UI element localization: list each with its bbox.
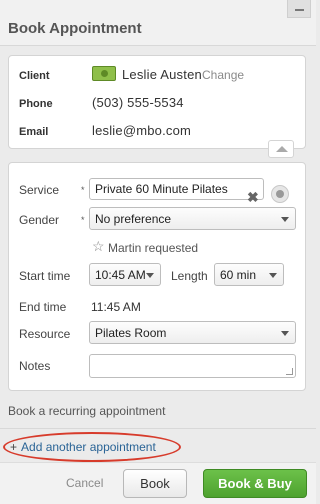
minimize-icon	[295, 9, 304, 11]
resource-label: Resource	[19, 327, 71, 341]
collapse-client-button[interactable]	[268, 140, 294, 158]
chevron-down-icon	[281, 217, 289, 222]
client-name[interactable]: Leslie Austen	[122, 67, 202, 82]
star-icon[interactable]: ☆	[92, 238, 105, 255]
start-time-label: Start time	[19, 269, 71, 283]
required-marker: *	[81, 185, 85, 195]
plus-icon: +	[10, 440, 18, 454]
notes-label: Notes	[19, 359, 51, 373]
change-client-link[interactable]: Change	[202, 68, 244, 82]
chevron-down-icon	[146, 273, 154, 278]
book-button[interactable]: Book	[123, 469, 187, 498]
notes-textarea[interactable]	[89, 354, 296, 378]
start-time-select[interactable]: 10:45 AM	[89, 263, 161, 286]
minimize-button[interactable]	[287, 0, 311, 18]
gear-icon[interactable]	[271, 185, 289, 203]
dialog-title: Book Appointment	[8, 20, 142, 37]
recurring-appointment-link[interactable]: Book a recurring appointment	[8, 404, 165, 418]
gender-select-value: No preference	[95, 212, 172, 226]
appointment-form-card: Service * Private 60 Minute Pilates ✖ Ge…	[8, 162, 306, 391]
length-select[interactable]: 60 min	[214, 263, 284, 286]
end-time-label: End time	[19, 300, 67, 314]
end-time-value: 11:45 AM	[91, 300, 141, 314]
required-marker: *	[81, 215, 85, 225]
add-another-appointment-link[interactable]: + Add another appointment	[10, 440, 156, 454]
length-label: Length	[171, 269, 208, 283]
clear-service-icon[interactable]: ✖	[247, 189, 259, 206]
client-label: Client	[19, 70, 50, 82]
service-label: Service	[19, 183, 60, 197]
dialog-footer: Cancel Book Book & Buy	[0, 462, 316, 504]
book-and-buy-button[interactable]: Book & Buy	[203, 469, 307, 498]
email-value: leslie@mbo.com	[92, 123, 192, 138]
start-time-value: 10:45 AM	[95, 268, 146, 282]
money-icon	[92, 66, 116, 81]
gender-label: Gender	[19, 213, 60, 227]
phone-label: Phone	[19, 98, 53, 110]
staff-requested-text: Martin requested	[108, 241, 199, 255]
service-input[interactable]: Private 60 Minute Pilates	[89, 178, 264, 200]
divider	[0, 428, 316, 429]
chevron-down-icon	[281, 331, 289, 336]
length-value: 60 min	[220, 268, 257, 282]
phone-value: (503) 555-5534	[92, 95, 184, 110]
email-label: Email	[19, 126, 49, 138]
resource-select[interactable]: Pilates Room	[89, 321, 296, 344]
gender-select[interactable]: No preference	[89, 207, 296, 230]
add-another-label: Add another appointment	[21, 440, 156, 454]
dialog-header: Book Appointment	[0, 0, 316, 46]
cancel-button[interactable]: Cancel	[66, 476, 103, 490]
chevron-down-icon	[269, 273, 277, 278]
resource-value: Pilates Room	[95, 326, 167, 340]
client-info-card: Client Leslie Austen Change Phone (503) …	[8, 55, 306, 149]
